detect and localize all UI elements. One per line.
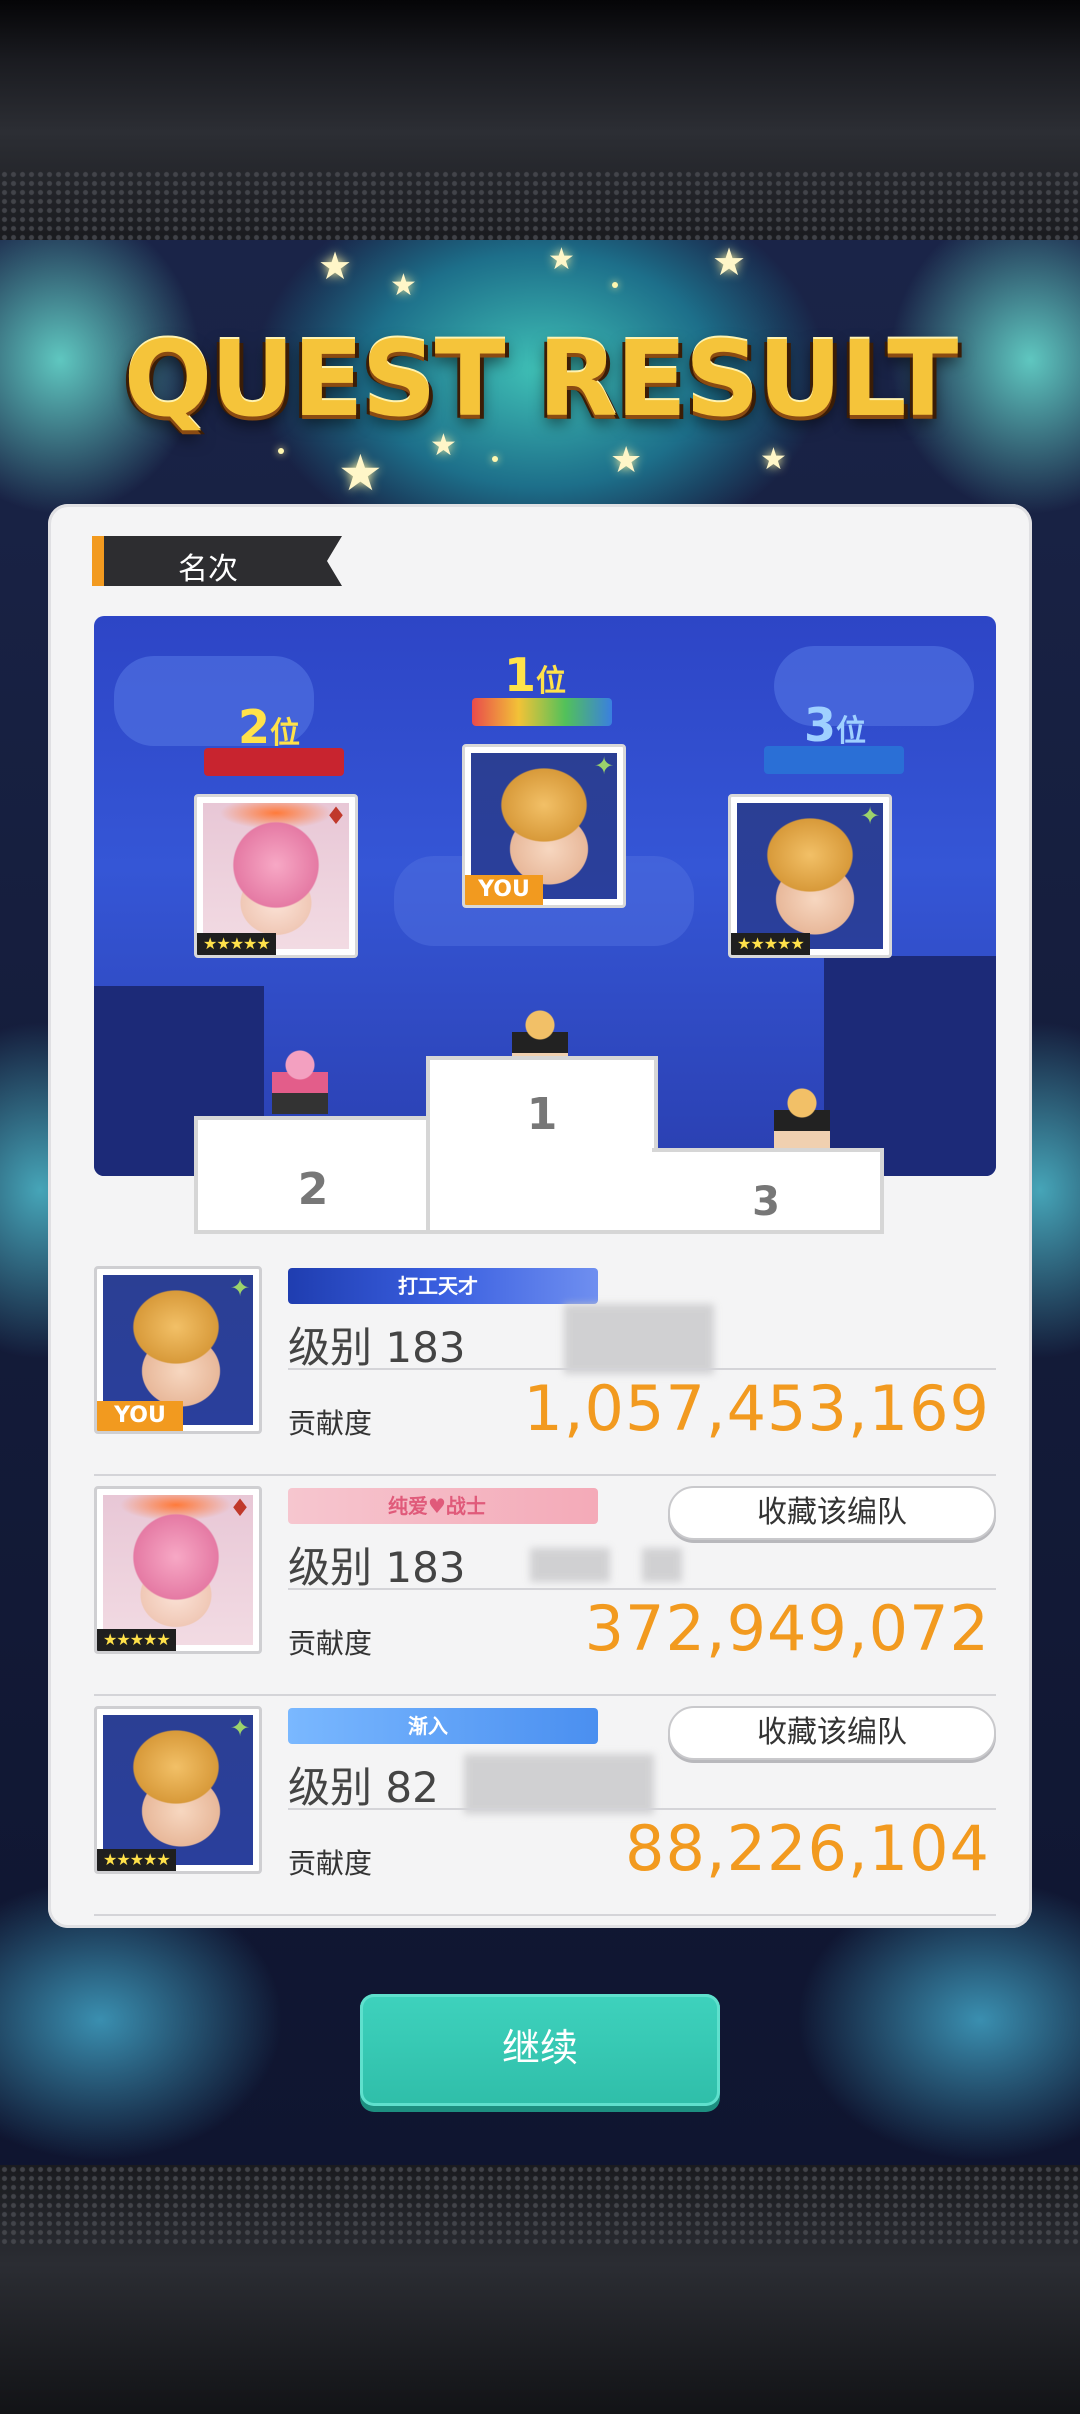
star-icon: ★ — [390, 268, 417, 303]
top-frame — [0, 0, 1080, 240]
result-row-3: ✦ ★★★★★ 渐入 收藏该编队 级别 82 贡献度 88,226,104 — [94, 1704, 996, 1916]
player-avatar[interactable]: ✦ ★★★★★ — [94, 1706, 262, 1874]
podium-step-3: 3 — [652, 1148, 884, 1234]
podium-step-1: 1 — [426, 1056, 658, 1234]
player-level: 级别 82 — [288, 1763, 439, 1812]
sparkle-dot — [492, 456, 498, 462]
contribution-label: 贡献度 — [288, 1407, 373, 1440]
you-tag: YOU — [97, 1401, 183, 1431]
star-icon: ★ — [712, 240, 747, 284]
result-panel: 名次 2位 ♦ ★★★★★ 1位 ✦ YOU 3位 ✦ ★★★★★ 2 1 3 … — [48, 504, 1032, 1928]
title-badge: 打工天才 — [288, 1268, 598, 1304]
rank-3-portrait[interactable]: ✦ ★★★★★ — [728, 794, 892, 958]
diamond-icon: ♦ — [325, 802, 347, 830]
result-row-2: ♦ ★★★★★ 纯爱♥战士 收藏该编队 级别 183 贡献度 372,949,0… — [94, 1484, 996, 1696]
sparkle-icon: ✦ — [229, 1714, 251, 1742]
rank-1-portrait[interactable]: ✦ YOU — [462, 744, 626, 908]
favorite-team-button[interactable]: 收藏该编队 — [668, 1486, 996, 1540]
rarity-stars: ★★★★★ — [197, 933, 276, 955]
contribution-score: 372,949,072 — [584, 1592, 990, 1665]
contribution-score: 1,057,453,169 — [523, 1372, 990, 1445]
rarity-stars: ★★★★★ — [97, 1629, 176, 1651]
rank-1-label: 1位 — [503, 648, 566, 702]
rank-2-portrait[interactable]: ♦ ★★★★★ — [194, 794, 358, 958]
section-tab: 名次 — [92, 536, 342, 586]
star-icon: ★ — [318, 244, 353, 288]
sparkle-icon: ✦ — [859, 802, 881, 830]
sprite-rank-2 — [272, 1044, 328, 1114]
result-row-1: ✦ YOU 打工天才 级别 183 贡献度 1,057,453,169 — [94, 1264, 996, 1476]
player-avatar[interactable]: ♦ ★★★★★ — [94, 1486, 262, 1654]
star-icon: ★ — [610, 440, 643, 481]
rarity-stars: ★★★★★ — [731, 933, 810, 955]
bottom-frame — [0, 2165, 1080, 2414]
title-badge: 渐入 — [288, 1708, 598, 1744]
page-title: QUEST RESULT — [123, 318, 958, 440]
sparkle-dot — [278, 448, 284, 454]
player-avatar[interactable]: ✦ YOU — [94, 1266, 262, 1434]
star-icon: ★ — [760, 442, 787, 477]
title-badge: 纯爱♥战士 — [288, 1488, 598, 1524]
player-level: 级别 183 — [288, 1543, 466, 1592]
rank-3-label: 3位 — [803, 698, 866, 752]
contribution-label: 贡献度 — [288, 1847, 373, 1880]
diamond-icon: ♦ — [229, 1494, 251, 1522]
you-tag: YOU — [465, 875, 543, 905]
continue-button[interactable]: 继续 — [360, 1994, 720, 2106]
sprite-rank-3 — [774, 1082, 830, 1152]
sparkle-icon: ✦ — [229, 1274, 251, 1302]
star-icon: ★ — [338, 444, 383, 502]
contribution-label: 贡献度 — [288, 1627, 373, 1660]
podium-step-2: 2 — [194, 1116, 428, 1234]
rarity-stars: ★★★★★ — [97, 1849, 176, 1871]
player-level: 级别 183 — [288, 1323, 466, 1372]
sparkle-dot — [612, 282, 618, 288]
rank-2-label: 2位 — [237, 700, 300, 754]
favorite-team-button[interactable]: 收藏该编队 — [668, 1706, 996, 1760]
star-icon: ★ — [548, 242, 575, 277]
sparkle-icon: ✦ — [593, 752, 615, 780]
contribution-score: 88,226,104 — [625, 1812, 990, 1885]
section-label: 名次 — [178, 552, 238, 587]
